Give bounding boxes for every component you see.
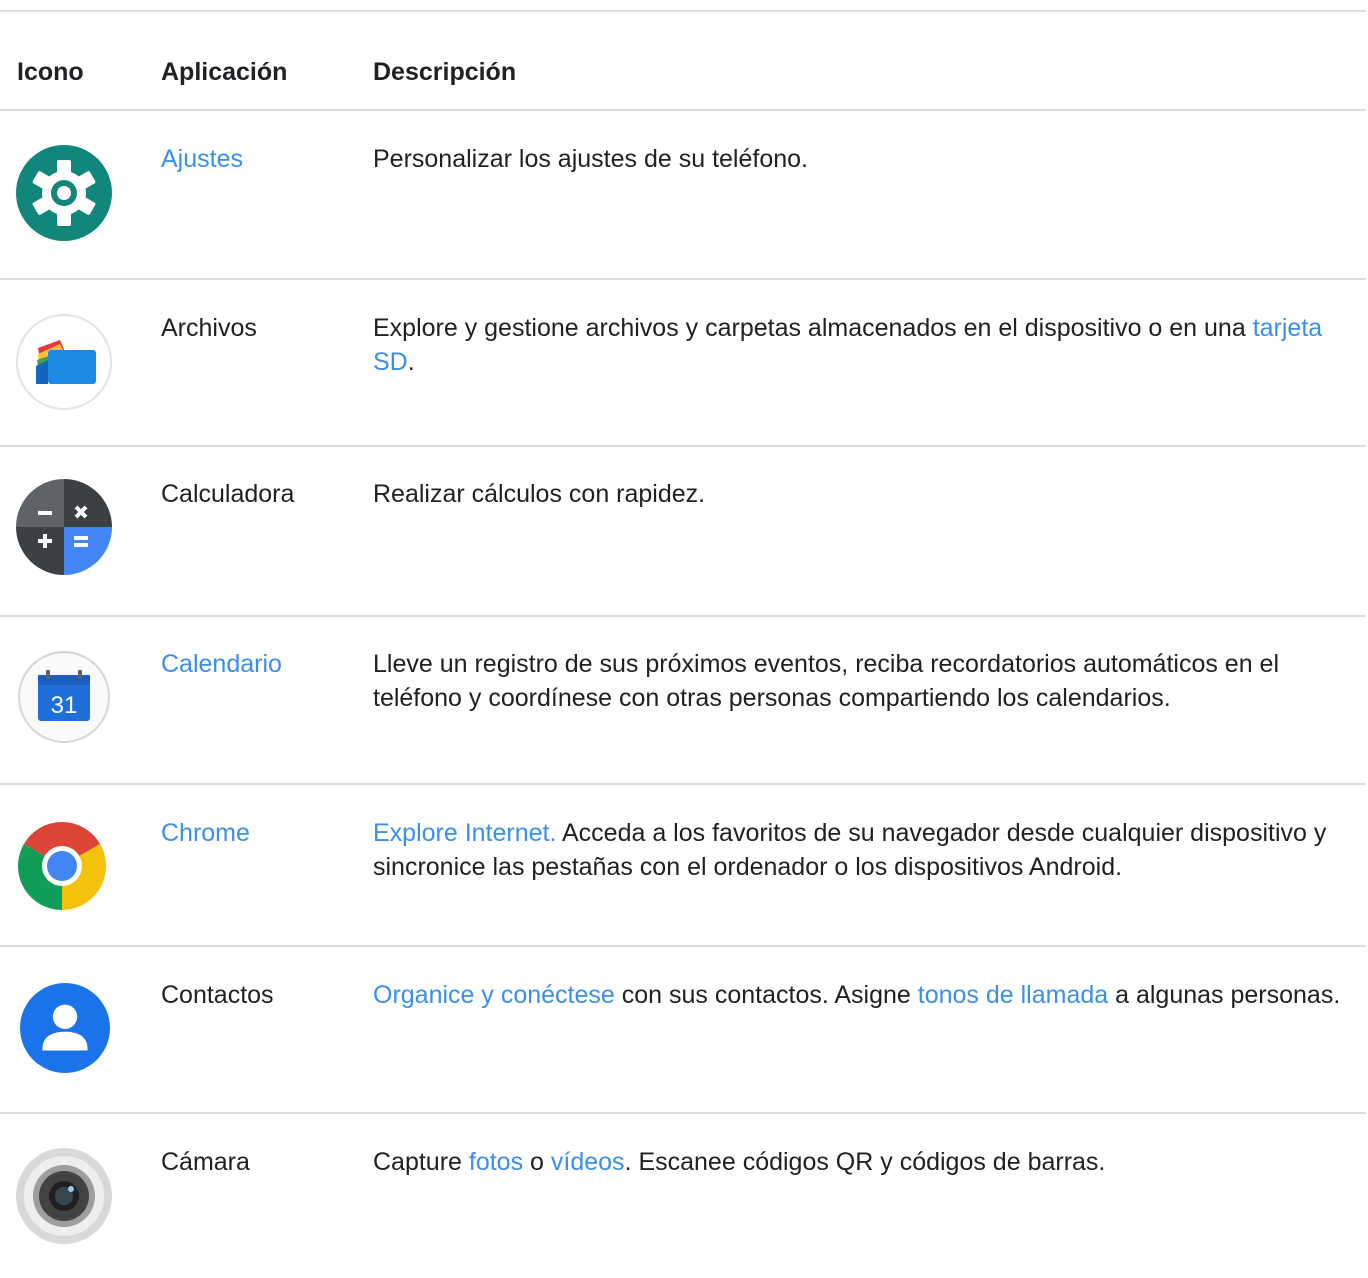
- description-chrome: Explore Internet. Acceda a los favoritos…: [373, 816, 1353, 884]
- settings-gear-icon: [16, 145, 112, 241]
- table-row: Contactos Organice y conéctese con sus c…: [0, 947, 1366, 1114]
- description-calculadora: Realizar cálculos con rapidez.: [373, 477, 1353, 511]
- description-archivos: Explore y gestione archivos y carpetas a…: [373, 311, 1353, 379]
- link-videos[interactable]: vídeos: [551, 1148, 625, 1176]
- description-camara: Capture fotos o vídeos. Escanee códigos …: [373, 1145, 1353, 1179]
- table-row: Chrome Explore Internet. Acceda a los fa…: [0, 785, 1366, 947]
- app-link-calendario[interactable]: Calendario: [161, 647, 282, 681]
- description-text: o: [523, 1148, 551, 1176]
- link-explore-internet[interactable]: Explore Internet.: [373, 819, 556, 847]
- camera-icon: [16, 1148, 112, 1244]
- link-tonos-de-llamada[interactable]: tonos de llamada: [918, 981, 1108, 1009]
- contacts-icon: [20, 983, 110, 1073]
- table-row: Calculadora Realizar cálculos con rapide…: [0, 447, 1366, 617]
- description-text: .: [407, 348, 415, 376]
- files-icon: [16, 314, 112, 410]
- link-fotos[interactable]: fotos: [469, 1148, 523, 1176]
- table-row: Ajustes Personalizar los ajustes de su t…: [0, 111, 1366, 280]
- calendar-icon-date: 31: [51, 692, 78, 719]
- table-header: Icono Aplicación Descripción: [0, 12, 1366, 111]
- table-row: 31 Calendario Lleve un registro de sus p…: [0, 617, 1366, 785]
- description-text: con sus contactos. Asigne: [614, 981, 918, 1009]
- app-link-chrome[interactable]: Chrome: [161, 816, 250, 850]
- table-row: Archivos Explore y gestione archivos y c…: [0, 280, 1366, 447]
- app-link-ajustes[interactable]: Ajustes: [161, 142, 243, 176]
- apps-table: Icono Aplicación Descripción Ajustes Per…: [0, 10, 1366, 1274]
- chrome-icon: [14, 818, 110, 914]
- app-name-archivos: Archivos: [161, 314, 257, 342]
- description-contactos: Organice y conéctese con sus contactos. …: [373, 978, 1353, 1012]
- header-icon: Icono: [17, 58, 84, 86]
- description-calendario: Lleve un registro de sus próximos evento…: [373, 647, 1353, 715]
- description-text: Realizar cálculos con rapidez.: [373, 480, 706, 508]
- calculator-icon: [16, 479, 112, 575]
- header-app: Aplicación: [161, 58, 288, 86]
- app-name-contactos: Contactos: [161, 981, 274, 1009]
- link-organice-conectese[interactable]: Organice y conéctese: [373, 981, 615, 1009]
- app-name-camara: Cámara: [161, 1148, 250, 1176]
- description-text: Lleve un registro de sus próximos evento…: [373, 650, 1280, 712]
- description-text: . Escanee códigos QR y códigos de barras…: [624, 1148, 1106, 1176]
- description-ajustes: Personalizar los ajustes de su teléfono.: [373, 142, 1353, 176]
- description-text: Explore y gestione archivos y carpetas a…: [373, 314, 1253, 342]
- header-description: Descripción: [373, 58, 517, 86]
- calendar-icon: 31: [16, 649, 112, 745]
- description-text: a algunas personas.: [1108, 981, 1341, 1009]
- app-name-calculadora: Calculadora: [161, 480, 295, 508]
- table-row: Cámara Capture fotos o vídeos. Escanee c…: [0, 1114, 1366, 1274]
- description-text: Capture: [373, 1148, 469, 1176]
- description-text: Personalizar los ajustes de su teléfono.: [373, 145, 808, 173]
